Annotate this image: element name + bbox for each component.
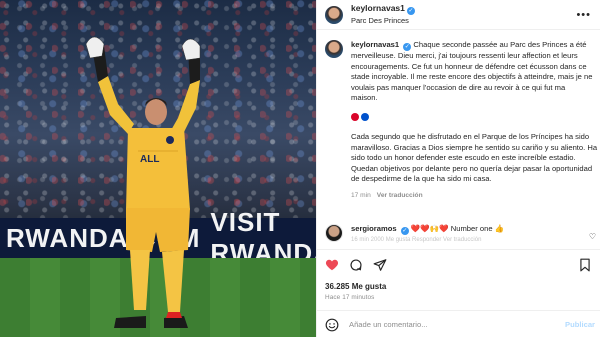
action-icons [325, 258, 387, 272]
caption-row: keylornavas1 ✓ Chaque seconde passée au … [325, 40, 593, 104]
post-actions: 36.285 Me gusta Hace 17 minutos Añade un… [317, 249, 600, 337]
caption-spanish: Cada segundo que he disfrutado en el Par… [351, 131, 598, 184]
add-comment-bar: Añade un comentario... Publicar [317, 310, 600, 337]
more-options-icon[interactable]: ••• [576, 9, 591, 21]
caption-meta: 17 min Ver traducción [351, 192, 593, 199]
blue-circle-icon [361, 112, 369, 121]
likes-count[interactable]: 36.285 Me gusta [325, 282, 386, 291]
red-circle-icon [351, 112, 359, 121]
caption-username[interactable]: keylornavas1 [351, 40, 399, 49]
header-username[interactable]: keylornavas1 [351, 3, 405, 13]
caption-avatar[interactable] [325, 40, 343, 58]
comment-text-block: sergioramos ✓ ❤️❤️🙌❤️ Number one 👍 16 mi… [351, 224, 504, 245]
post-time-ago: Hace 17 minutos [325, 294, 375, 301]
caption-time: 17 min [351, 191, 371, 199]
verified-badge-icon: ✓ [400, 227, 409, 235]
comment-item: sergioramos ✓ ❤️❤️🙌❤️ Number one 👍 16 mi… [325, 224, 600, 245]
comment-username[interactable]: sergioramos [351, 224, 397, 233]
comment-input[interactable]: Añade un comentario... [349, 320, 428, 329]
avatar[interactable] [325, 5, 343, 24]
comment-icon[interactable] [349, 258, 363, 272]
emoji-icon[interactable] [325, 318, 339, 332]
comment-avatar[interactable] [325, 224, 343, 242]
publish-button[interactable]: Publicar [565, 320, 595, 329]
header-meta: keylornavas1 ✓ Parc Des Princes [351, 3, 415, 26]
bookmark-icon[interactable] [579, 258, 591, 272]
svg-text:ALL: ALL [140, 154, 159, 165]
post-photo[interactable]: RWANDA.COM VISIT RWANDA ALL [0, 0, 316, 337]
goalkeeper-figure: ALL [85, 36, 201, 328]
heart-icon[interactable] [325, 258, 339, 272]
caption-area: keylornavas1 ✓ Chaque seconde passée au … [317, 30, 600, 246]
caption-french: keylornavas1 ✓ Chaque seconde passée au … [351, 40, 593, 104]
see-translation-link[interactable]: Ver traducción [377, 192, 423, 199]
header-location[interactable]: Parc Des Princes [351, 15, 415, 26]
share-icon[interactable] [373, 258, 387, 272]
flag-emoji-dots [351, 112, 593, 121]
comment-like-heart-icon[interactable]: ♡ [589, 232, 596, 241]
post-sidebar: keylornavas1 ✓ Parc Des Princes ••• keylo… [316, 0, 600, 337]
comment-text: ❤️❤️🙌❤️ Number one 👍 [410, 224, 505, 233]
post-header: keylornavas1 ✓ Parc Des Princes ••• [317, 0, 600, 30]
verified-badge-icon: ✓ [406, 7, 415, 15]
verified-badge-icon: ✓ [403, 43, 412, 51]
caption-french-text: Chaque seconde passée au Parc des Prince… [351, 40, 593, 103]
instagram-post-viewer: RWANDA.COM VISIT RWANDA ALL [0, 0, 600, 337]
comment-meta: 16 min 2000 Me gusta Responder Ver tradu… [351, 237, 482, 243]
